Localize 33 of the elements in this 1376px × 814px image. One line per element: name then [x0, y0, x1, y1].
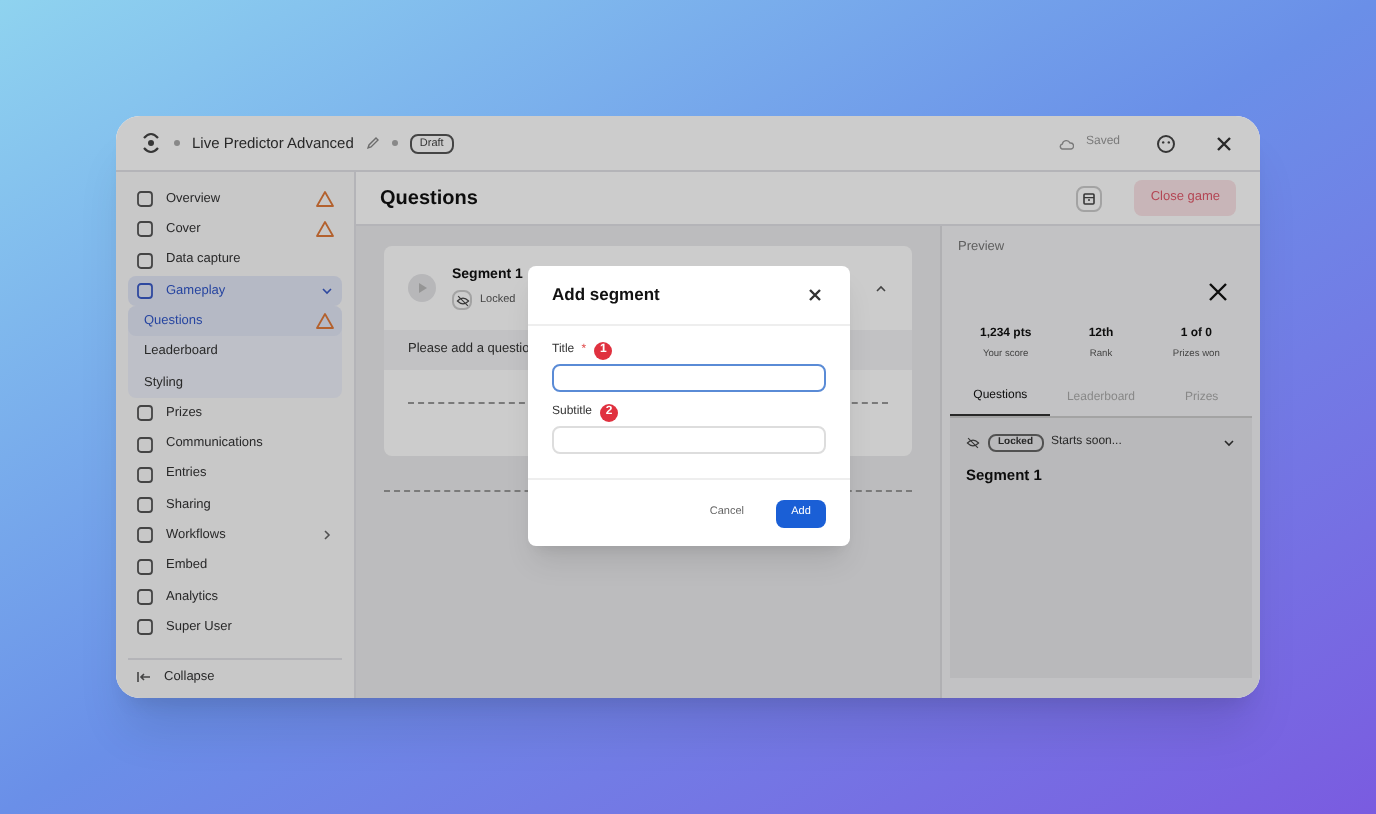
archive-button[interactable] — [1076, 185, 1103, 211]
square-icon — [136, 496, 154, 515]
square-icon — [136, 557, 154, 576]
close-icon — [1208, 281, 1228, 302]
lock-toggle[interactable] — [452, 290, 472, 311]
square-icon — [136, 465, 154, 484]
eye-off-icon — [455, 293, 469, 308]
square-icon — [136, 618, 154, 637]
square-icon — [136, 526, 154, 545]
square-icon — [136, 588, 154, 606]
chevron-icon — [874, 281, 888, 295]
close-button[interactable] — [804, 284, 826, 306]
square-icon — [136, 220, 154, 239]
logo-icon — [140, 132, 162, 154]
modal-title: Add segment — [552, 282, 662, 308]
page-title: Questions — [380, 185, 480, 213]
eye-off-icon — [966, 436, 980, 451]
square-icon — [136, 282, 154, 301]
close-icon — [808, 288, 822, 302]
cloud-icon — [1057, 137, 1074, 149]
square-icon — [136, 435, 154, 454]
square-icon — [136, 251, 154, 270]
chevron-icon — [1222, 436, 1236, 451]
play-icon — [408, 274, 436, 302]
collapse-icon — [136, 670, 152, 684]
face-icon — [1156, 133, 1176, 153]
pencil-icon — [365, 136, 380, 150]
input-field[interactable] — [552, 364, 826, 392]
close-button[interactable] — [1212, 131, 1236, 155]
square-icon — [136, 190, 154, 209]
archive-icon — [1082, 191, 1097, 205]
square-icon — [136, 404, 154, 423]
close-icon — [1216, 135, 1232, 151]
